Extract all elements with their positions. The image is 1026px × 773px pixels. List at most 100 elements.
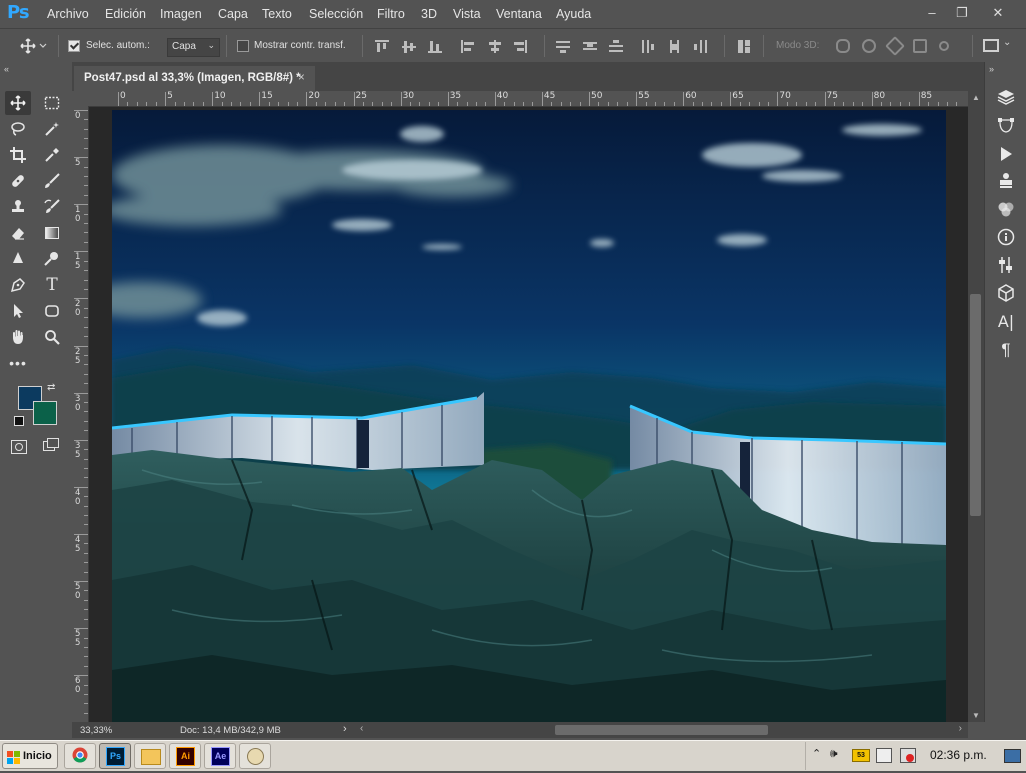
distribute-horizontal-center-icon[interactable] xyxy=(668,40,682,53)
show-transform-checkbox[interactable] xyxy=(237,40,249,52)
info-icon[interactable] xyxy=(996,228,1016,248)
quick-mask-icon[interactable] xyxy=(11,440,27,454)
paths-icon[interactable] xyxy=(996,117,1016,137)
paragraph-icon[interactable]: ¶ xyxy=(996,340,1016,360)
menu-ayuda[interactable]: Ayuda xyxy=(556,7,591,21)
menu-texto[interactable]: Texto xyxy=(262,7,292,21)
channels-icon[interactable] xyxy=(996,200,1016,220)
scroll-right-icon[interactable]: › xyxy=(959,723,962,734)
crop-tool[interactable] xyxy=(5,143,31,167)
align-left-icon[interactable] xyxy=(461,40,475,53)
menu-capa[interactable]: Capa xyxy=(218,7,248,21)
minimize-button[interactable]: – xyxy=(918,3,946,23)
align-bottom-icon[interactable] xyxy=(428,40,442,53)
distribute-bottom-icon[interactable] xyxy=(609,40,623,53)
align-vertical-center-icon[interactable] xyxy=(402,40,416,53)
start-button[interactable]: Inicio xyxy=(2,743,58,769)
healing-brush-tool[interactable] xyxy=(5,169,31,193)
menu-edicion[interactable]: Edición xyxy=(105,7,146,21)
horizontal-scroll-thumb[interactable] xyxy=(555,725,768,735)
expand-panels-icon[interactable]: » xyxy=(989,64,994,74)
3d-orbit-icon[interactable] xyxy=(836,39,850,53)
character-icon[interactable]: A| xyxy=(996,312,1016,332)
auto-align-icon[interactable] xyxy=(738,40,752,53)
3d-pan-icon[interactable] xyxy=(885,36,905,56)
eraser-tool[interactable] xyxy=(5,221,31,245)
align-right-icon[interactable] xyxy=(513,40,527,53)
align-horizontal-center-icon[interactable] xyxy=(488,40,502,53)
restore-button[interactable]: ❐ xyxy=(948,3,976,23)
edit-toolbar-icon[interactable]: ••• xyxy=(5,351,31,375)
zoom-level[interactable]: 33,33% xyxy=(80,725,112,736)
3d-roll-icon[interactable] xyxy=(862,39,876,53)
status-menu-chevron-icon[interactable]: › xyxy=(343,723,347,735)
clone-stamp-tool[interactable] xyxy=(5,195,31,219)
adjustments-icon[interactable] xyxy=(996,256,1016,276)
zoom-tool[interactable] xyxy=(39,325,65,349)
lasso-tool[interactable] xyxy=(5,117,31,141)
type-tool[interactable]: T xyxy=(39,273,65,297)
3d-scale-icon[interactable] xyxy=(939,41,949,51)
3d-icon[interactable] xyxy=(996,284,1016,304)
distribute-left-icon[interactable] xyxy=(641,40,655,53)
volume-icon[interactable]: 🕪 xyxy=(830,746,838,761)
menu-archivo[interactable]: Archivo xyxy=(47,7,89,21)
gradient-tool[interactable] xyxy=(39,221,65,245)
close-window-button[interactable]: ✕ xyxy=(984,3,1012,23)
background-color-swatch[interactable] xyxy=(33,401,57,425)
properties-icon[interactable] xyxy=(996,172,1016,192)
marquee-tool[interactable] xyxy=(39,91,65,115)
shape-tool[interactable] xyxy=(39,299,65,323)
eyedropper-tool[interactable] xyxy=(39,143,65,167)
auto-select-checkbox[interactable] xyxy=(68,40,80,52)
dodge-tool[interactable] xyxy=(39,247,65,271)
show-desktop-icon[interactable] xyxy=(1004,749,1021,763)
move-tool[interactable] xyxy=(5,91,31,115)
close-document-icon[interactable]: × xyxy=(298,66,305,91)
align-top-icon[interactable] xyxy=(375,40,389,53)
3d-tray-icon[interactable]: 53 xyxy=(852,749,870,762)
blur-tool[interactable] xyxy=(5,247,31,271)
pen-tool[interactable] xyxy=(5,273,31,297)
screen-mode-icon[interactable] xyxy=(43,438,59,451)
swap-colors-icon[interactable]: ⇄ xyxy=(47,382,55,393)
illustrator-taskbar-button[interactable]: Ai xyxy=(169,743,201,769)
horizontal-ruler[interactable]: 0 5 10 15 20 25 30 35 40 45 50 55 60 65 70 75 80 85 xyxy=(88,91,968,107)
menu-imagen[interactable]: Imagen xyxy=(160,7,202,21)
menu-ventana[interactable]: Ventana xyxy=(496,7,542,21)
brush-tool[interactable] xyxy=(39,169,65,193)
scroll-up-icon[interactable]: ▲ xyxy=(972,93,980,102)
ruler-origin[interactable] xyxy=(72,91,89,107)
document-canvas[interactable] xyxy=(112,110,946,722)
menu-filtro[interactable]: Filtro xyxy=(377,7,405,21)
distribute-top-icon[interactable] xyxy=(556,40,570,53)
menu-3d[interactable]: 3D xyxy=(421,7,437,21)
vertical-scroll-thumb[interactable] xyxy=(970,294,981,516)
photoshop-taskbar-button[interactable]: Ps xyxy=(99,743,131,769)
scroll-left-icon[interactable]: ‹ xyxy=(360,723,363,734)
show-hidden-icons-icon[interactable]: ⌃ xyxy=(812,747,821,760)
vertical-ruler[interactable]: 0 5 10 15 20 25 30 35 40 45 50 55 60 xyxy=(72,106,89,722)
menu-vista[interactable]: Vista xyxy=(453,7,481,21)
layers-icon[interactable] xyxy=(996,88,1016,108)
actions-icon[interactable] xyxy=(996,145,1016,165)
path-selection-tool[interactable] xyxy=(5,299,31,323)
history-brush-tool[interactable] xyxy=(39,195,65,219)
auto-select-target-dropdown[interactable]: Capa ⌄ xyxy=(167,38,220,57)
menu-seleccion[interactable]: Selección xyxy=(309,7,363,21)
magic-wand-tool[interactable] xyxy=(39,117,65,141)
paint-taskbar-button[interactable] xyxy=(239,743,271,769)
workspace-icon[interactable] xyxy=(983,39,999,52)
distribute-right-icon[interactable] xyxy=(694,40,708,53)
collapse-toolbox-icon[interactable]: « xyxy=(4,64,9,74)
chrome-taskbar-button[interactable] xyxy=(64,743,96,769)
explorer-taskbar-button[interactable] xyxy=(134,743,166,769)
hand-tool[interactable] xyxy=(5,325,31,349)
document-tab[interactable]: Post47.psd al 33,3% (Imagen, RGB/8#) * × xyxy=(74,66,315,91)
distribute-vertical-center-icon[interactable] xyxy=(583,40,597,53)
after-effects-taskbar-button[interactable]: Ae xyxy=(204,743,236,769)
scroll-down-icon[interactable]: ▼ xyxy=(972,711,980,720)
network-icon[interactable] xyxy=(876,748,892,763)
move-tool-preset-icon[interactable] xyxy=(20,38,48,57)
3d-slide-icon[interactable] xyxy=(913,39,927,53)
